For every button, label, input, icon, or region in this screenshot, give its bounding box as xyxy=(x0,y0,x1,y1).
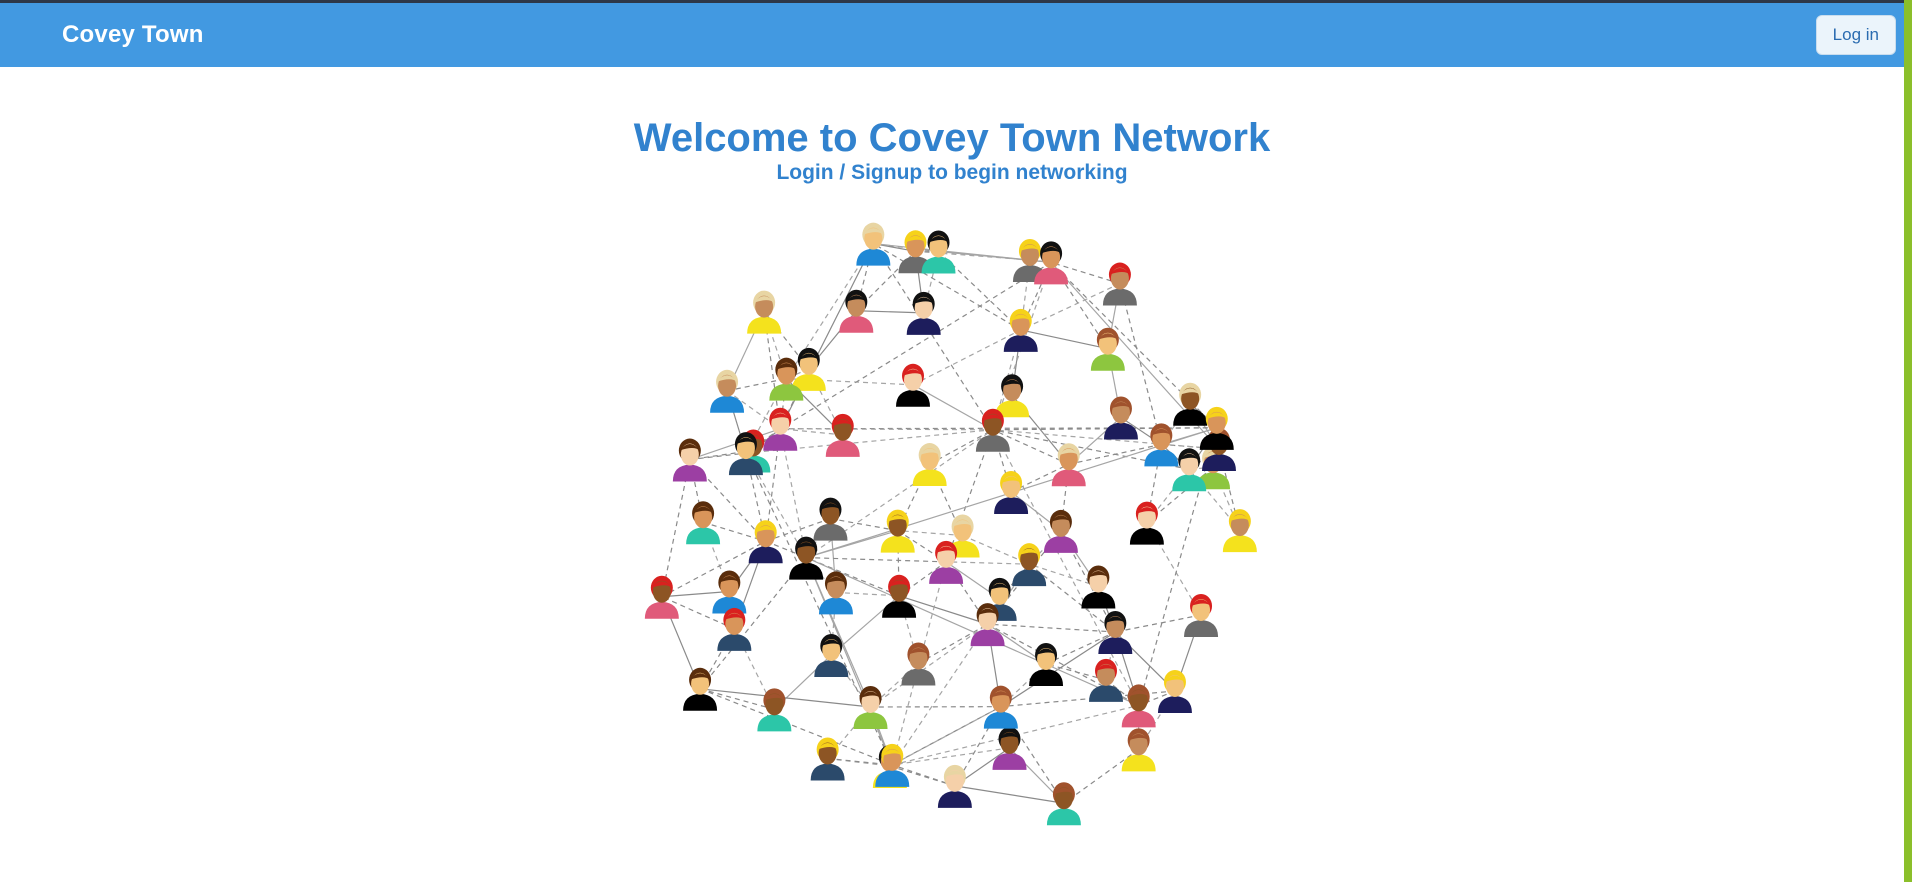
person-avatar-icon xyxy=(710,369,745,413)
person-avatar-icon xyxy=(813,497,848,541)
network-people xyxy=(644,222,1257,826)
network-edge xyxy=(700,688,871,708)
person-avatar-icon xyxy=(717,607,752,651)
person-avatar-icon xyxy=(1121,684,1156,728)
person-avatar-icon xyxy=(1098,611,1133,655)
person-avatar-icon xyxy=(686,501,721,545)
network-edge xyxy=(892,747,1010,766)
person-avatar-icon xyxy=(875,743,910,787)
person-avatar-icon xyxy=(880,509,915,553)
person-avatar-icon xyxy=(814,633,849,677)
login-button[interactable]: Log in xyxy=(1815,15,1896,55)
person-avatar-icon xyxy=(644,575,679,619)
person-avatar-icon xyxy=(895,363,930,407)
network-edge xyxy=(870,623,988,708)
network-edge xyxy=(806,556,947,563)
person-avatar-icon xyxy=(757,688,792,732)
person-avatar-icon xyxy=(995,374,1030,418)
window-right-border xyxy=(1904,0,1912,882)
person-avatar-icon xyxy=(1043,509,1078,553)
person-avatar-icon xyxy=(1046,782,1081,826)
network-edge xyxy=(946,561,1030,565)
network-edge xyxy=(912,384,994,431)
network-edge xyxy=(912,329,1022,386)
network-edge xyxy=(779,243,874,430)
network-edge xyxy=(1063,748,1140,804)
person-avatar-icon xyxy=(937,764,972,808)
network-edge xyxy=(856,310,924,314)
navbar: Covey Town Log in xyxy=(0,3,1904,67)
person-avatar-icon xyxy=(1081,565,1116,609)
person-avatar-icon xyxy=(856,222,891,266)
person-avatar-icon xyxy=(992,726,1027,770)
network-edge xyxy=(805,557,893,766)
person-avatar-icon xyxy=(906,291,941,335)
person-avatar-icon xyxy=(882,574,917,618)
person-avatar-icon xyxy=(994,470,1029,514)
person-avatar-icon xyxy=(1184,593,1219,637)
person-avatar-icon xyxy=(672,438,707,482)
person-avatar-icon xyxy=(1121,728,1156,772)
person-avatar-icon xyxy=(1103,396,1138,440)
person-avatar-icon xyxy=(1029,642,1064,686)
person-avatar-icon xyxy=(1012,543,1047,587)
person-avatar-icon xyxy=(825,413,860,457)
person-avatar-icon xyxy=(1090,327,1125,371)
network-edge xyxy=(954,785,1065,804)
person-avatar-icon xyxy=(1172,448,1207,492)
brand-title[interactable]: Covey Town xyxy=(62,21,204,49)
person-avatar-icon xyxy=(747,290,782,334)
person-avatar-icon xyxy=(748,520,783,564)
page-subtitle: Login / Signup to begin networking xyxy=(776,161,1128,184)
people-network-illustration xyxy=(644,222,1257,826)
person-avatar-icon xyxy=(1102,262,1137,306)
page-title: Welcome to Covey Town Network xyxy=(633,116,1271,160)
